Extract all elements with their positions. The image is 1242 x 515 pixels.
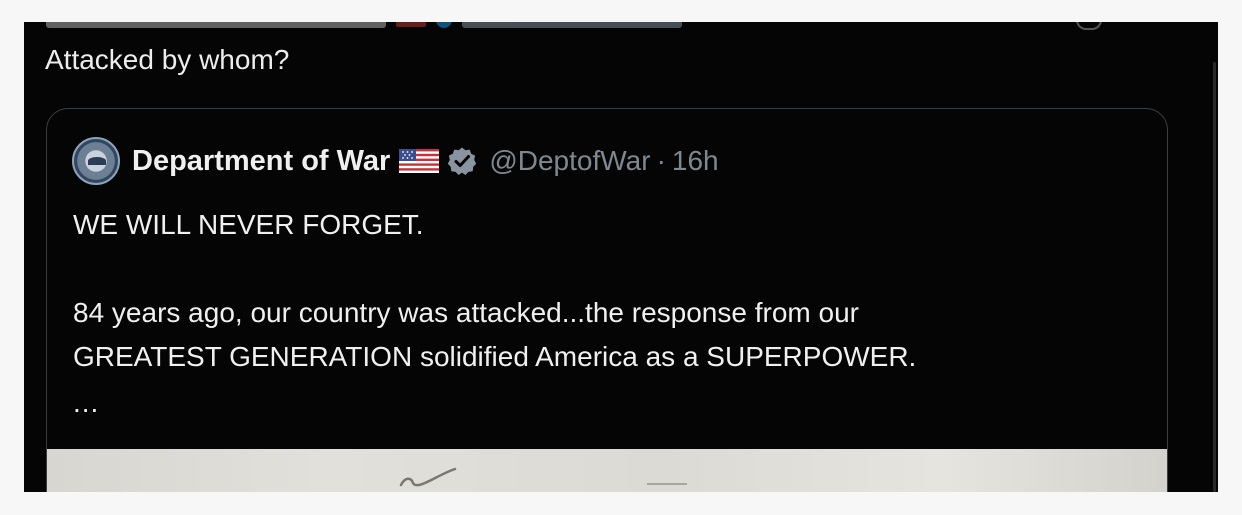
post-line-3: GREATEST GENERATION solidified America a… bbox=[73, 341, 917, 372]
post-line-2: 84 years ago, our country was attacked..… bbox=[73, 297, 859, 328]
meta-separator: · bbox=[656, 145, 666, 176]
cropped-handle bbox=[462, 22, 682, 28]
department-seal-icon[interactable] bbox=[72, 137, 120, 185]
reply-text: Attacked by whom? bbox=[45, 44, 290, 75]
grok-icon[interactable] bbox=[1076, 22, 1102, 30]
post-timestamp[interactable]: 16h bbox=[672, 145, 719, 177]
quoted-author-handle[interactable]: @DeptofWar bbox=[489, 145, 650, 177]
cropped-name bbox=[46, 22, 386, 28]
verified-badge-icon[interactable] bbox=[447, 146, 477, 176]
quoted-post-body: WE WILL NEVER FORGET. 84 years ago, our … bbox=[73, 203, 916, 425]
quoted-post-card[interactable]: Department of War @DeptofWar · 16h WE WI… bbox=[46, 108, 1168, 492]
us-flag-icon bbox=[399, 149, 440, 173]
scrollbar[interactable] bbox=[1213, 62, 1216, 492]
flag-icon bbox=[396, 22, 426, 27]
quoted-author-name[interactable]: Department of War bbox=[132, 145, 390, 178]
post-media-image[interactable] bbox=[47, 449, 1167, 492]
post-truncation-ellipsis: ... bbox=[73, 387, 100, 418]
media-stroke-detail bbox=[399, 467, 457, 487]
post-line-1: WE WILL NEVER FORGET. bbox=[73, 209, 424, 240]
verified-icon bbox=[436, 22, 452, 28]
media-line-detail bbox=[647, 483, 687, 485]
cropped-author-row bbox=[46, 22, 682, 32]
post-frame: Attacked by whom? Department of War @Dep… bbox=[24, 22, 1218, 492]
quoted-post-header: Department of War @DeptofWar · 16h bbox=[72, 137, 719, 185]
